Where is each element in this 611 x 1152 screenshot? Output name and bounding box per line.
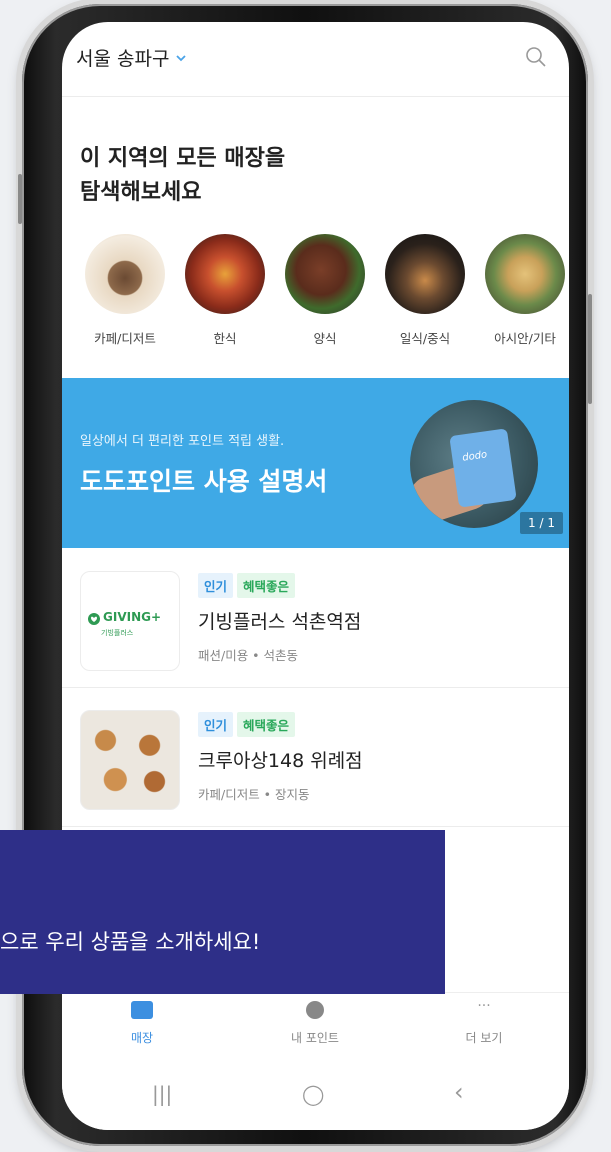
- store-name: 크루아상148 위례점: [198, 750, 363, 772]
- store-badges: 인기 혜택좋은: [198, 573, 296, 598]
- chevron-down-icon: [176, 54, 187, 61]
- banner-title: 도도포인트 사용 설명서: [80, 467, 328, 496]
- category-japanese-chinese-image: [385, 234, 465, 314]
- category-label: 한식: [213, 331, 237, 346]
- recent-apps-button[interactable]: |||: [152, 1082, 172, 1106]
- nav-item-my-points[interactable]: 내 포인트: [255, 993, 375, 1046]
- location-selector[interactable]: 서울 송파구: [76, 44, 187, 71]
- banner-image: dodo: [410, 400, 538, 528]
- back-button[interactable]: ‹: [454, 1078, 464, 1106]
- category-korean-image: [185, 234, 265, 314]
- location-label: 서울 송파구: [76, 48, 170, 70]
- home-button[interactable]: ◯: [302, 1082, 324, 1106]
- category-western[interactable]: 양식: [278, 234, 372, 347]
- nav-label: 더 보기: [465, 1031, 503, 1045]
- overlay-caption: 으로 우리 상품을 소개하세요!: [0, 930, 261, 954]
- store-thumbnail: [80, 710, 180, 810]
- store-badges: 인기 혜택좋은: [198, 712, 296, 737]
- badge-popular: 인기: [198, 712, 234, 737]
- badge-good-benefit: 혜택좋은: [237, 712, 296, 737]
- badge-good-benefit: 혜택좋은: [237, 573, 296, 598]
- page-title: 이 지역의 모든 매장을 탐색해보세요: [80, 142, 285, 210]
- title-line-1: 이 지역의 모든 매장을: [80, 146, 286, 171]
- card-logo-text: dodo: [461, 449, 488, 464]
- nav-label: 내 포인트: [291, 1031, 339, 1045]
- category-label: 카페/디저트: [94, 331, 156, 346]
- store-list-item[interactable]: GIVING+ 기빙플러스 인기 혜택좋은 기빙플러스 석촌역점 패션/미용 •…: [62, 549, 569, 688]
- nav-item-stores[interactable]: 매장: [82, 993, 202, 1046]
- caption-overlay: 으로 우리 상품을 소개하세요!: [0, 830, 445, 994]
- category-western-image: [285, 234, 365, 314]
- banner-page-indicator: 1 / 1: [520, 512, 563, 534]
- store-meta: 패션/미용 • 석촌동: [198, 648, 299, 663]
- store-list-item[interactable]: 인기 혜택좋은 크루아상148 위례점 카페/디저트 • 장지동: [62, 688, 569, 827]
- category-japanese-chinese[interactable]: 일식/중식: [378, 234, 472, 347]
- category-korean[interactable]: 한식: [178, 234, 272, 347]
- category-cafe-dessert-image: [85, 234, 165, 314]
- store-icon: [131, 1001, 153, 1019]
- store-name: 기빙플러스 석촌역점: [198, 611, 362, 633]
- points-icon: [306, 1001, 324, 1019]
- category-asian-other[interactable]: 아시안/기타: [478, 234, 569, 347]
- category-label: 양식: [313, 331, 337, 346]
- app-header: 서울 송파구: [62, 22, 569, 97]
- category-asian-other-image: [485, 234, 565, 314]
- store-meta: 카페/디저트 • 장지동: [198, 787, 310, 802]
- nav-item-more[interactable]: ··· 더 보기: [424, 993, 544, 1046]
- store-logo-subtext: 기빙플러스: [101, 629, 134, 637]
- promo-banner[interactable]: 일상에서 더 편리한 포인트 적립 생활. 도도포인트 사용 설명서 dodo …: [62, 378, 569, 548]
- title-line-2: 탐색해보세요: [80, 180, 202, 205]
- search-icon[interactable]: [525, 46, 547, 68]
- store-logo-text: GIVING+: [103, 610, 162, 624]
- banner-subtitle: 일상에서 더 편리한 포인트 적립 생활.: [80, 434, 285, 449]
- more-icon: ···: [477, 998, 491, 1014]
- category-cafe-dessert[interactable]: 카페/디저트: [78, 234, 172, 347]
- category-list: 카페/디저트 한식 양식 일식/중식 아시안/기타: [78, 234, 569, 354]
- category-label: 아시안/기타: [494, 331, 556, 346]
- power-button: [588, 294, 592, 404]
- bottom-nav: 매장 내 포인트 ··· 더 보기: [62, 992, 569, 1063]
- category-label: 일식/중식: [399, 331, 451, 346]
- point-card-shape: dodo: [449, 428, 517, 508]
- heart-logo-icon: [88, 613, 100, 625]
- nav-label: 매장: [130, 1031, 154, 1045]
- volume-button: [18, 174, 22, 224]
- store-thumbnail: GIVING+ 기빙플러스: [80, 571, 180, 671]
- badge-popular: 인기: [198, 573, 234, 598]
- system-nav-bar: ||| ◯ ‹: [62, 1062, 569, 1130]
